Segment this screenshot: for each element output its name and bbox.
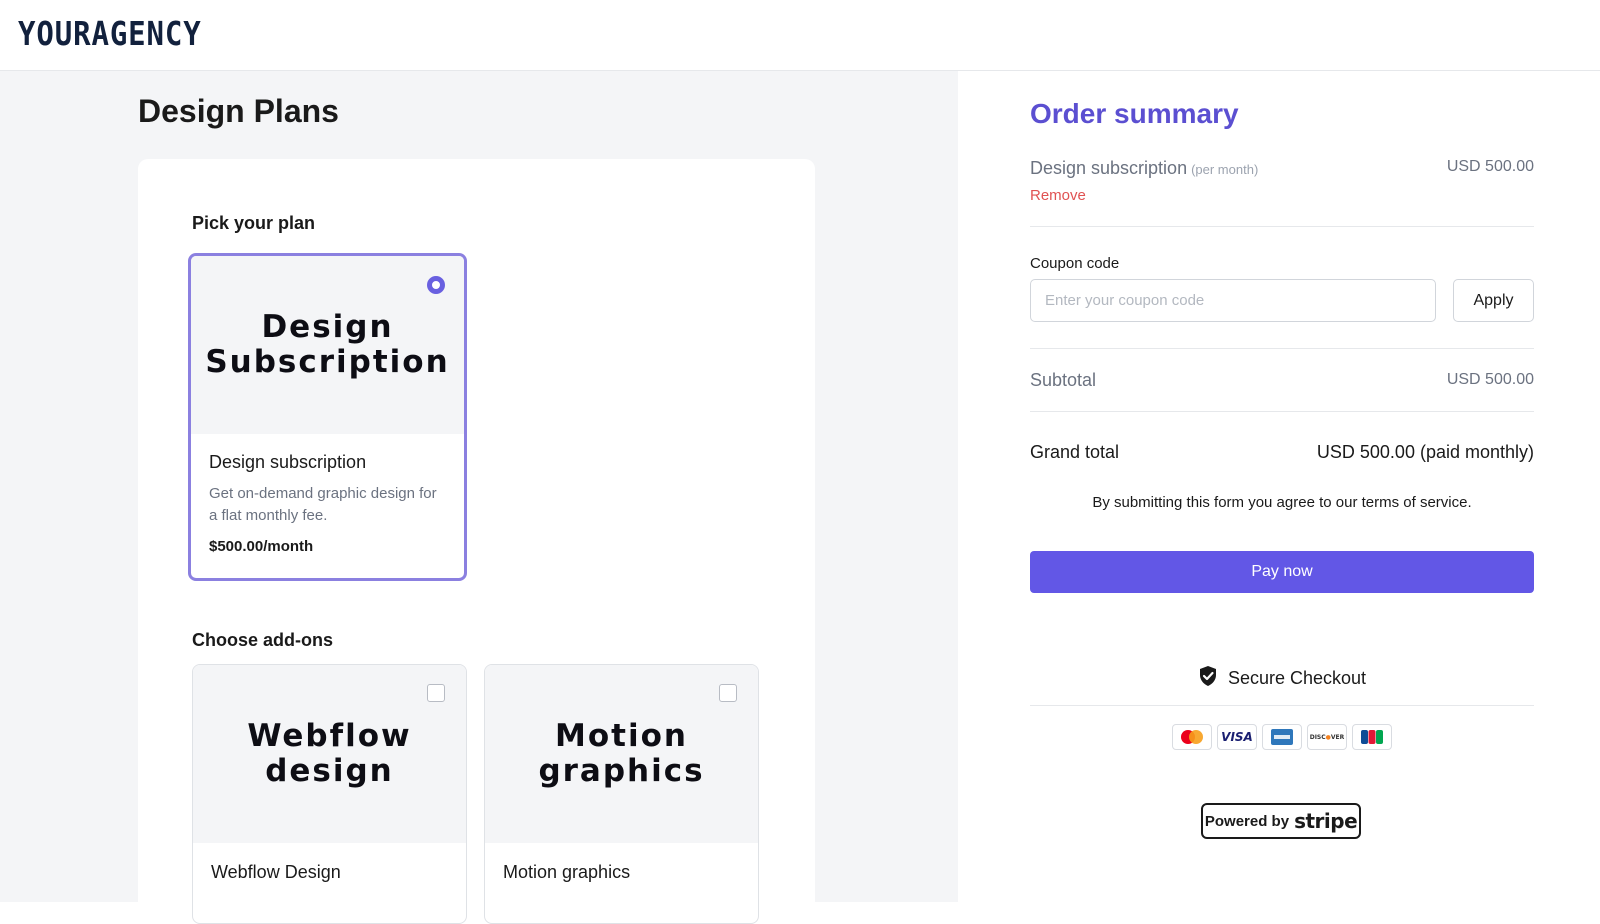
pay-now-button[interactable]: Pay now (1030, 551, 1534, 593)
addons-label: Choose add-ons (192, 630, 334, 650)
order-summary-panel: Order summary Design subscription (per mo… (958, 71, 1600, 902)
page-title: Design Plans (138, 93, 339, 129)
plan-description: Get on-demand graphic design for a flat … (209, 485, 437, 524)
secure-checkout: Secure Checkout (1030, 665, 1534, 692)
plan-card-design-subscription[interactable]: Design Subscription Design subscription … (188, 253, 467, 581)
powered-by-stripe-badge[interactable]: Powered by stripe (1201, 803, 1361, 839)
stripe-logo: stripe (1294, 809, 1358, 833)
plan-name: Design subscription (209, 452, 367, 472)
addon-hero-text: Motion graphics (538, 718, 705, 789)
grand-total-label: Grand total (1030, 442, 1120, 462)
powered-by-label: Powered by (1204, 812, 1290, 830)
line-item-price: USD 500.00 (1446, 158, 1534, 175)
subtotal-label: Subtotal (1030, 370, 1097, 390)
mastercard-icon (1172, 724, 1212, 750)
divider (1030, 226, 1534, 227)
plans-card: Pick your plan Design Subscription Desig… (138, 159, 815, 924)
addon-card-motion-graphics[interactable]: Motion graphics Motion graphics (484, 664, 759, 924)
line-item: Design subscription (per month) (1030, 158, 1258, 179)
addon-card-webflow[interactable]: Webflow design Webflow Design (192, 664, 467, 924)
agency-logo[interactable]: YOURAGENCY (18, 14, 202, 53)
addon-name: Webflow Design (211, 862, 341, 882)
top-bar: YOURAGENCY (0, 0, 1600, 71)
line-item-name: Design subscription (1030, 158, 1188, 178)
addon-checkbox-webflow[interactable] (427, 684, 445, 702)
divider (1030, 348, 1534, 349)
coupon-input[interactable] (1030, 279, 1436, 322)
shield-check-icon (1198, 665, 1218, 692)
subtotal-value: USD 500.00 (1446, 371, 1534, 388)
remove-link[interactable]: Remove (1030, 187, 1086, 204)
addon-name: Motion graphics (503, 862, 631, 882)
apply-coupon-button[interactable]: Apply (1453, 279, 1534, 322)
payment-methods: VISA DISC●VER (1030, 724, 1534, 750)
amex-icon (1262, 724, 1302, 750)
plan-radio-selected[interactable] (427, 276, 445, 294)
plans-panel: Design Plans Pick your plan Design Subsc… (0, 71, 958, 924)
discover-icon: DISC●VER (1307, 724, 1347, 750)
plan-price: $500.00/month (209, 538, 314, 555)
addon-hero-image: Webflow design (193, 665, 466, 843)
divider (1030, 705, 1534, 706)
grand-total-value: USD 500.00 (paid monthly) (1316, 442, 1534, 462)
plan-hero-text: Design Subscription (205, 309, 450, 380)
secure-checkout-label: Secure Checkout (1227, 668, 1367, 688)
pick-plan-label: Pick your plan (192, 213, 316, 233)
addon-hero-image: Motion graphics (485, 665, 758, 843)
coupon-label: Coupon code (1030, 255, 1120, 272)
addon-hero-text: Webflow design (247, 718, 412, 789)
jcb-icon (1352, 724, 1392, 750)
order-summary-title: Order summary (1030, 98, 1239, 129)
addon-checkbox-motion-graphics[interactable] (719, 684, 737, 702)
plan-hero-image: Design Subscription (191, 256, 464, 434)
line-item-period: (per month) (1191, 162, 1259, 177)
visa-icon: VISA (1217, 724, 1257, 750)
terms-text: By submitting this form you agree to our… (1092, 494, 1472, 511)
divider (1030, 411, 1534, 412)
